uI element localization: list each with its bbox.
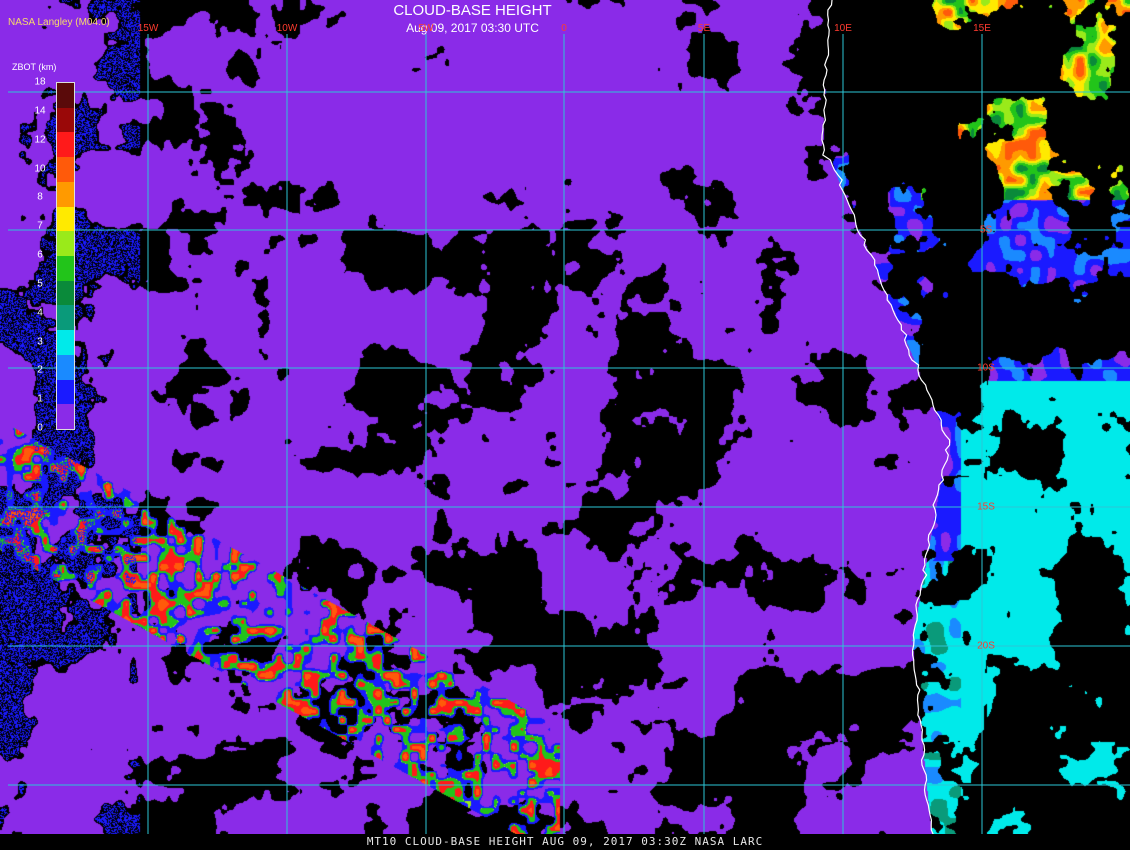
legend-swatch-8 <box>57 280 74 306</box>
longitude-label-0: 0 <box>561 23 567 34</box>
legend-tick-12: 12 <box>34 134 46 146</box>
legend-tick-18: 18 <box>34 76 46 88</box>
longitude-label-5e: 5E <box>697 23 711 34</box>
longitude-label-15w: 15W <box>137 23 159 34</box>
legend-tick-1: 1 <box>37 393 43 405</box>
longitude-label-15e: 15E <box>973 23 991 34</box>
legend-title: ZBOT (km) <box>12 62 57 72</box>
legend-swatch-4 <box>57 181 74 208</box>
legend-swatch-9 <box>57 305 74 331</box>
legend-swatch-12 <box>57 379 74 405</box>
legend-swatch-13 <box>57 404 74 430</box>
legend-tick-4: 4 <box>37 307 43 319</box>
legend-swatch-11 <box>57 354 74 381</box>
legend-swatch-7 <box>57 256 74 282</box>
legend-swatch-10 <box>57 330 74 356</box>
latitude-label-5s: 5S <box>979 224 993 236</box>
legend-swatch-0 <box>57 83 74 109</box>
legend-swatch-5 <box>57 206 74 232</box>
legend-swatch-3 <box>57 157 74 183</box>
satellite-map <box>0 0 1130 850</box>
latitude-label-15s: 15S <box>977 501 995 513</box>
longitude-label-10e: 10E <box>834 23 852 34</box>
legend-swatch-6 <box>57 231 74 257</box>
legend-tick-8: 8 <box>37 191 43 203</box>
legend-tick-7: 7 <box>37 220 43 232</box>
footer-caption: MT10 CLOUD-BASE HEIGHT AUG 09, 2017 03:3… <box>0 834 1130 850</box>
legend-swatch-2 <box>57 132 74 158</box>
latitude-label-20s: 20S <box>977 640 995 652</box>
legend-tick-3: 3 <box>37 336 43 347</box>
legend-tick-2: 2 <box>37 364 43 376</box>
legend-tick-0: 0 <box>37 422 43 434</box>
latitude-label-10s: 10S <box>977 362 995 374</box>
map-title: CLOUD-BASE HEIGHT <box>393 2 552 19</box>
longitude-label-10w: 10W <box>276 23 298 34</box>
color-legend <box>56 82 75 430</box>
coastline <box>821 0 951 836</box>
map-overlay <box>8 0 1130 836</box>
legend-tick-6: 6 <box>37 249 43 261</box>
legend-swatch-1 <box>57 107 74 133</box>
provider-label: NASA Langley (M04.0) <box>8 17 110 28</box>
legend-tick-10: 10 <box>34 163 46 174</box>
legend-tick-5: 5 <box>37 278 43 290</box>
longitude-label-5w: 5W <box>418 23 434 34</box>
legend-tick-14: 14 <box>34 105 46 117</box>
